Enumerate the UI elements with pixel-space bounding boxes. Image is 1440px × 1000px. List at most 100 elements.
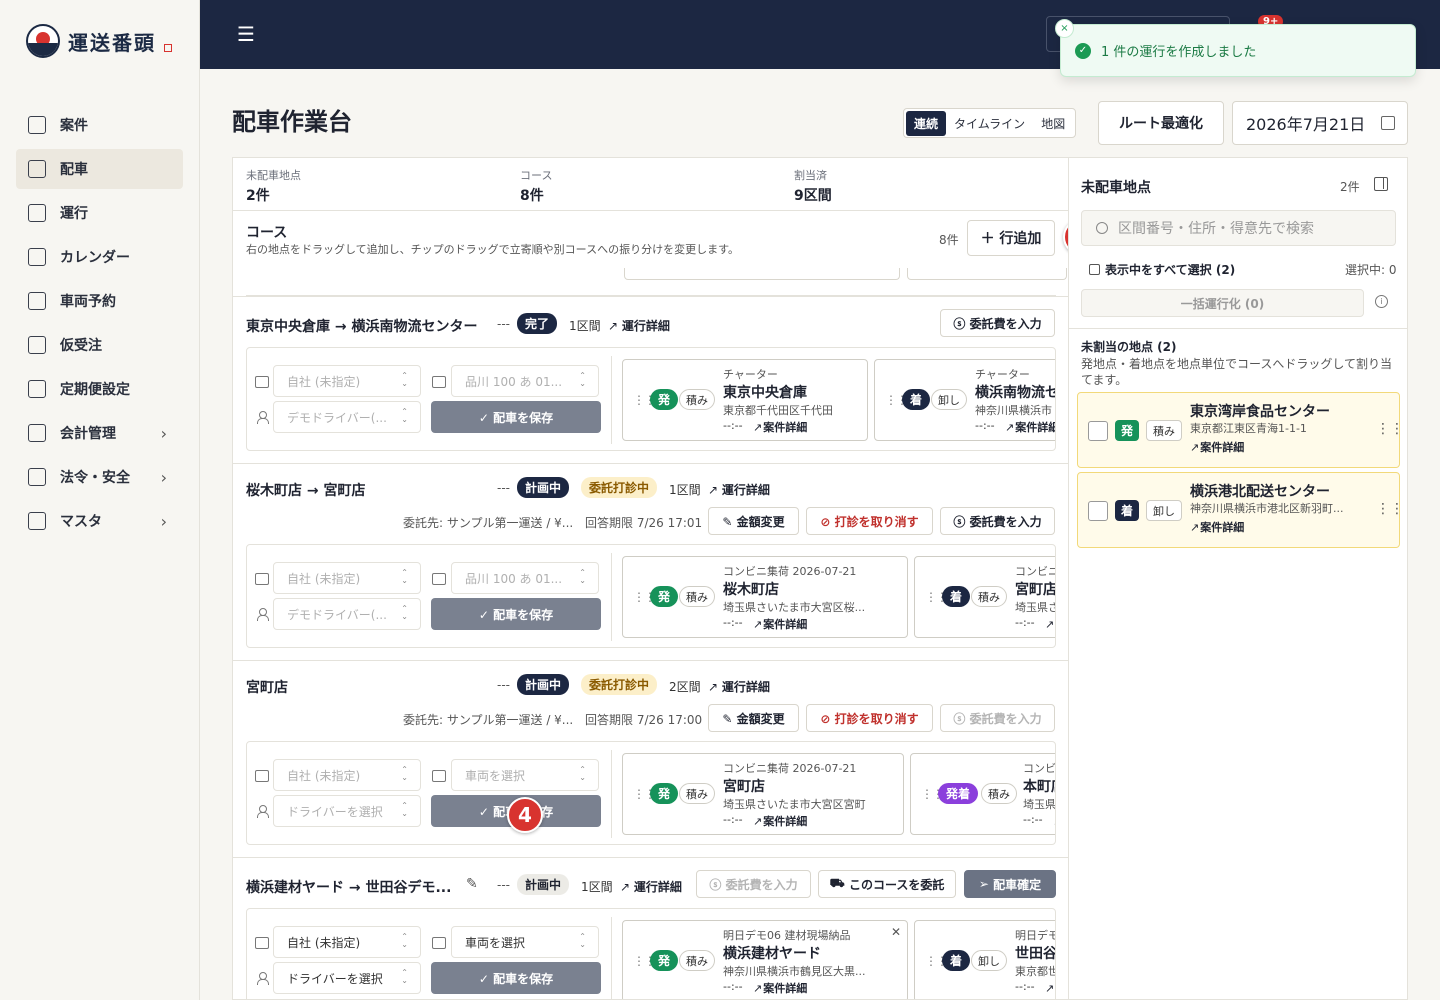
- save-dispatch-button[interactable]: ✓ 配車を保存: [431, 962, 601, 994]
- course-name: 宮町店: [246, 680, 288, 696]
- run-detail-link[interactable]: 運行詳細: [708, 481, 770, 498]
- confirm-dispatch-button[interactable]: ➢ 配車確定: [964, 870, 1056, 898]
- enter-fee-button[interactable]: ⓢ 委託費を入力: [696, 870, 811, 898]
- company-select[interactable]: 自社 (未指定): [273, 759, 421, 791]
- enter-fee-button[interactable]: ⓢ 委託費を入力: [940, 507, 1055, 535]
- case-detail-link[interactable]: 案件詳細: [1005, 419, 1055, 435]
- stop-card-stub: [907, 268, 1067, 280]
- stop-card[interactable]: ⋮⋮ 着 卸し チャーター 横浜南物流センター 神奈川県横浜市 --:-- 案件…: [874, 359, 1055, 441]
- select-all-toggle[interactable]: 表示中をすべて選択 (2): [1089, 261, 1235, 278]
- toast-close-button[interactable]: ×: [1055, 19, 1074, 38]
- company-select[interactable]: 自社 (未指定): [273, 365, 421, 397]
- sidebar-item-calendar[interactable]: カレンダー: [16, 237, 183, 277]
- stop-address: 埼玉県さいたま市: [1015, 601, 1056, 614]
- stop-category: チャーター: [723, 368, 778, 381]
- stop-address: 埼玉県さいたま市大宮区桜...: [723, 601, 866, 614]
- case-detail-link[interactable]: 案件詳細: [1045, 616, 1055, 632]
- selected-count: 選択中: 0: [1345, 263, 1397, 277]
- vehicle-select[interactable]: 車両を選択: [451, 926, 599, 958]
- bulk-operation-button[interactable]: 一括運行化 (0): [1081, 289, 1364, 317]
- change-amount-button[interactable]: ✎ 金額変更: [708, 507, 799, 535]
- case-detail-link[interactable]: 案件詳細: [1190, 439, 1244, 455]
- driver-select[interactable]: デモドライバー(...: [273, 401, 421, 433]
- sidebar-item-cases[interactable]: 案件: [16, 105, 183, 145]
- stop-card[interactable]: ⋮⋮ 着 積み コンビニ集荷 宮町店 埼玉県さいたま市 --:-- 案件詳細: [914, 556, 1056, 638]
- point-address: 神奈川県横浜市港北区新羽町...: [1190, 502, 1344, 515]
- driver-select[interactable]: デモドライバー(...: [273, 598, 421, 630]
- view-map-button[interactable]: 地図: [1033, 111, 1073, 136]
- save-dispatch-button[interactable]: ✓ 配車を保存: [431, 598, 601, 630]
- vehicle-select[interactable]: 車両を選択: [451, 759, 599, 791]
- stop-card[interactable]: ⋮⋮ 発 積み コンビニ集荷 2026-07-21 桜木町店 埼玉県さいたま市大…: [622, 556, 908, 638]
- person-icon: [257, 411, 269, 424]
- add-row-button[interactable]: ＋ 行追加: [967, 220, 1055, 256]
- case-detail-link[interactable]: 案件詳細: [1053, 813, 1055, 829]
- vehicle-select[interactable]: 品川 100 あ 01...: [451, 365, 599, 397]
- stop-name: 横浜南物流センター: [975, 385, 1055, 401]
- sidebar-item-provisional-orders[interactable]: 仮受注: [16, 325, 183, 365]
- type-chip: 発: [650, 389, 679, 410]
- sidebar-item-scheduled-routes[interactable]: 定期便設定: [16, 369, 183, 409]
- save-dispatch-button[interactable]: ✓ 配車を保存: [431, 401, 601, 433]
- company-select[interactable]: 自社 (未指定): [273, 562, 421, 594]
- case-detail-link[interactable]: 案件詳細: [753, 616, 807, 632]
- driver-select[interactable]: ドライバーを選択: [273, 795, 421, 827]
- sidebar-item-accounting[interactable]: 会計管理 ›: [16, 413, 183, 453]
- course-row: 桜木町店 → 宮町店 --- 計画中 委託打診中 1区間 運行詳細 委託先: サ…: [233, 463, 1068, 660]
- point-checkbox[interactable]: [1088, 421, 1108, 441]
- sidebar-item-vehicle-reservation[interactable]: 車両予約: [16, 281, 183, 321]
- case-detail-link[interactable]: 案件詳細: [1190, 519, 1244, 535]
- stop-category: コンビニ集荷 2026-07-21: [723, 762, 857, 775]
- info-icon[interactable]: i: [1375, 295, 1388, 308]
- stat-value: 8件: [520, 188, 544, 204]
- app-logo[interactable]: 運送番頭: [26, 24, 172, 58]
- run-detail-link[interactable]: 運行詳細: [608, 317, 670, 334]
- stop-card[interactable]: ⋮⋮ 着 卸し 明日デモ06 世田谷デモ現場 東京都世田谷区 --:-- 案件詳…: [914, 920, 1055, 999]
- consign-course-button[interactable]: ⛟ このコースを委託: [818, 870, 956, 898]
- sidebar-item-dispatch[interactable]: 配車: [16, 149, 183, 189]
- case-detail-link[interactable]: 案件詳細: [753, 980, 807, 996]
- cancel-offer-button[interactable]: ⊘ 打診を取り消す: [806, 507, 933, 535]
- stop-card[interactable]: ⋮⋮ 発着 積み コンビニ集荷 本町店 埼玉県さいたま市 --:-- 案件詳細: [910, 753, 1055, 835]
- unassigned-point-card[interactable]: 着 卸し 横浜港北配送センター 神奈川県横浜市港北区新羽町... 案件詳細 ⋮⋮: [1077, 472, 1404, 548]
- point-checkbox[interactable]: [1088, 501, 1108, 521]
- pencil-icon[interactable]: ✎: [466, 876, 478, 892]
- enter-fee-button[interactable]: ⓢ 委託費を入力: [940, 309, 1055, 337]
- enter-fee-button[interactable]: ⓢ 委託費を入力: [940, 704, 1055, 732]
- divider: [611, 750, 612, 838]
- sidebar-item-compliance[interactable]: 法令・安全 ›: [16, 457, 183, 497]
- status-badge: 計画中: [517, 874, 570, 895]
- case-detail-link[interactable]: 案件詳細: [753, 813, 807, 829]
- case-detail-link[interactable]: 案件詳細: [1045, 980, 1055, 996]
- case-detail-link[interactable]: 案件詳細: [753, 419, 807, 435]
- search-input[interactable]: 区間番号・住所・得意先で検索: [1081, 210, 1396, 246]
- cancel-offer-button[interactable]: ⊘ 打診を取り消す: [806, 704, 933, 732]
- view-toggle: 連続 タイムライン 地図: [903, 108, 1077, 138]
- drag-handle-icon[interactable]: ⋮⋮: [1376, 421, 1404, 437]
- view-timeline-button[interactable]: タイムライン: [946, 111, 1033, 136]
- change-amount-button[interactable]: ✎ 金額変更: [708, 704, 799, 732]
- unassigned-point-card[interactable]: 発 積み 東京湾岸食品センター 東京都江東区青海1-1-1 案件詳細 ⋮⋮: [1077, 392, 1404, 468]
- vehicle-select[interactable]: 品川 100 あ 01...: [451, 562, 599, 594]
- sidebar-item-master[interactable]: マスタ ›: [16, 501, 183, 541]
- panel-collapse-icon[interactable]: [1374, 177, 1388, 191]
- sidebar-item-operations[interactable]: 運行: [16, 193, 183, 233]
- stat-label: 割当済: [794, 169, 827, 182]
- route-optimize-button[interactable]: ルート最適化: [1098, 101, 1224, 145]
- remove-stop-icon[interactable]: ✕: [891, 925, 901, 939]
- stop-card[interactable]: ⋮⋮ 発 積み チャーター 東京中央倉庫 東京都千代田区千代田 --:-- 案件…: [622, 359, 868, 441]
- database-icon: [28, 512, 46, 530]
- run-detail-link[interactable]: 運行詳細: [620, 878, 682, 895]
- unassigned-title: 未配車地点: [1081, 180, 1151, 196]
- hamburger-icon[interactable]: ☰: [237, 22, 255, 46]
- date-picker[interactable]: 2026年7月21日: [1232, 101, 1408, 145]
- driver-select[interactable]: ドライバーを選択: [273, 962, 421, 994]
- section-count: 1区間: [581, 880, 613, 894]
- view-continuous-button[interactable]: 連続: [906, 110, 947, 136]
- shield-icon: [28, 468, 46, 486]
- stop-card[interactable]: ⋮⋮ 発 積み コンビニ集荷 2026-07-21 宮町店 埼玉県さいたま市大宮…: [622, 753, 904, 835]
- company-select[interactable]: 自社 (未指定): [273, 926, 421, 958]
- drag-handle-icon[interactable]: ⋮⋮: [1376, 501, 1404, 517]
- stop-card[interactable]: ⋮⋮ 発 積み 明日デモ06 建材現場納品 横浜建材ヤード 神奈川県横浜市鶴見区…: [622, 920, 908, 999]
- run-detail-link[interactable]: 運行詳細: [708, 678, 770, 695]
